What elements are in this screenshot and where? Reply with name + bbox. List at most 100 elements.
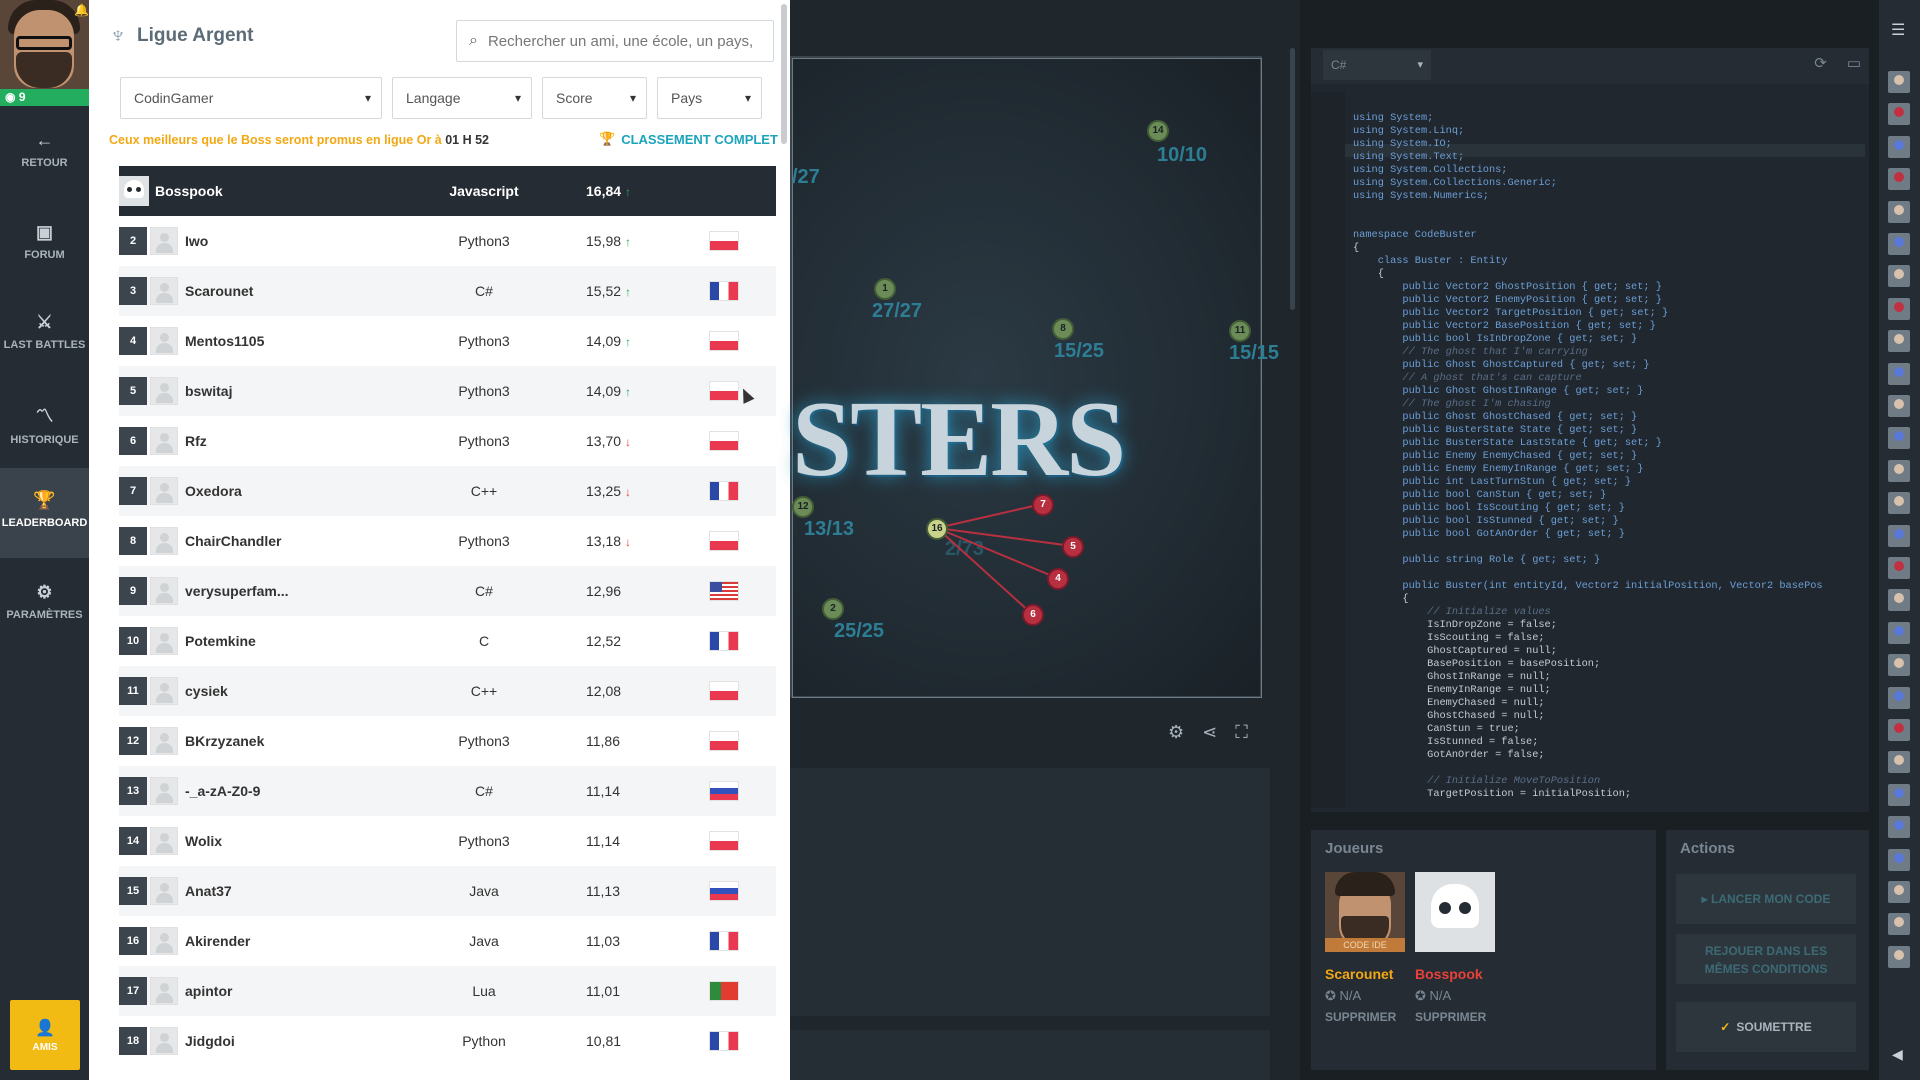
friend-avatar[interactable] (1888, 233, 1910, 255)
menu-icon[interactable]: ☰ (1891, 20, 1905, 40)
leaderboard-row[interactable]: 15 Anat37 Java 11,13 (119, 866, 776, 916)
player-name[interactable]: Rfz (185, 433, 207, 449)
friend-avatar[interactable] (1888, 719, 1910, 741)
friend-avatar[interactable] (1888, 330, 1910, 353)
chevron-left-icon[interactable]: ◀ (1892, 1046, 1903, 1063)
run-code-button[interactable]: ▸ LANCER MON CODE (1676, 874, 1856, 924)
remove-player-button[interactable]: SUPPRIMER (1415, 1010, 1495, 1024)
player-name[interactable]: Oxedora (185, 483, 242, 499)
group-filter[interactable]: CodinGamer ▾ (120, 77, 382, 119)
nav-leaderboard[interactable]: 🏆 LEADERBOARD (0, 468, 89, 558)
search-box[interactable]: ⌕ (456, 20, 774, 62)
friend-avatar[interactable] (1888, 71, 1910, 93)
player-name[interactable]: verysuperfam... (185, 583, 289, 599)
friend-avatar[interactable] (1888, 881, 1910, 903)
friend-avatar[interactable] (1888, 945, 1910, 968)
viewer-scrollbar[interactable] (1290, 48, 1295, 310)
leaderboard-row[interactable]: 11 cysiek C++ 12,08 (119, 666, 776, 716)
friend-avatar[interactable] (1888, 492, 1910, 515)
leaderboard-row[interactable]: 5 bswitaj Python3 14,09 ↑ (119, 366, 776, 416)
player-name[interactable]: cysiek (185, 683, 228, 699)
player-name[interactable]: -_a-zA-Z0-9 (185, 783, 260, 799)
replay-button[interactable]: REJOUER DANS LES MÊMES CONDITIONS (1676, 934, 1856, 984)
panel-scrollbar[interactable] (781, 4, 787, 144)
leaderboard-row[interactable]: 4 Mentos1105 Python3 14,09 ↑ (119, 316, 776, 366)
remove-player-button[interactable]: SUPPRIMER (1325, 1010, 1405, 1024)
player-name[interactable]: Scarounet (185, 283, 253, 299)
leaderboard-row[interactable]: 2 Iwo Python3 15,98 ↑ (119, 216, 776, 266)
leaderboard-row[interactable]: 6 Rfz Python3 13,70 ↓ (119, 416, 776, 466)
leaderboard-row[interactable]: 7 Oxedora C++ 13,25 ↓ (119, 466, 776, 516)
friend-avatar[interactable] (1888, 816, 1910, 839)
score-filter[interactable]: Score ▾ (542, 77, 647, 119)
player-name[interactable]: Bosspook (155, 183, 223, 199)
boss-row[interactable]: Bosspook Javascript 16,84 ↑ (119, 166, 776, 216)
friend-avatar[interactable] (1888, 686, 1910, 709)
game-viewer[interactable]: STERS 14 10/10 /27 1 27/27 8 15/25 11 15… (790, 56, 1279, 698)
language-select[interactable]: C# ▾ (1323, 50, 1431, 80)
player-name[interactable]: Akirender (185, 933, 250, 949)
leaderboard-row[interactable]: 16 Akirender Java 11,03 (119, 916, 776, 966)
nav-back[interactable]: ← RETOUR (0, 130, 89, 220)
player-name[interactable]: Jidgdoi (185, 1033, 235, 1049)
player-name[interactable]: Iwo (185, 233, 208, 249)
leaderboard-row[interactable]: 12 BKrzyzanek Python3 11,86 (119, 716, 776, 766)
leaderboard-row[interactable]: 9 verysuperfam... C# 12,96 (119, 566, 776, 616)
player-name[interactable]: apintor (185, 983, 232, 999)
full-ranking-link[interactable]: 🏆 CLASSEMENT COMPLET (599, 131, 778, 147)
friend-avatar[interactable] (1888, 168, 1910, 191)
player-name[interactable]: bswitaj (185, 383, 232, 399)
friend-avatar[interactable] (1888, 200, 1910, 223)
player-name[interactable]: Wolix (185, 833, 222, 849)
submit-button[interactable]: ✓ SOUMETTRE (1676, 1002, 1856, 1052)
friend-avatar[interactable] (1888, 459, 1910, 482)
friend-avatar[interactable] (1888, 654, 1910, 677)
leaderboard-row[interactable]: 3 Scarounet C# 15,52 ↑ (119, 266, 776, 316)
friend-avatar[interactable] (1888, 751, 1910, 774)
friend-avatar[interactable] (1888, 427, 1910, 450)
settings-icon[interactable]: ⚙ (1168, 722, 1184, 743)
user-avatar[interactable]: 🔔 (0, 0, 89, 89)
expand-icon[interactable]: ▭ (1847, 54, 1861, 72)
friend-avatar[interactable] (1888, 621, 1910, 644)
player-name[interactable]: BKrzyzanek (185, 733, 264, 749)
friend-avatar[interactable] (1888, 913, 1910, 936)
notification-bell-icon[interactable]: 🔔 (74, 3, 89, 17)
player-name[interactable]: ChairChandler (185, 533, 281, 549)
friend-avatar[interactable] (1888, 524, 1910, 547)
leaderboard-row[interactable]: 18 Jidgdoi Python 10,81 (119, 1016, 776, 1066)
friend-avatar[interactable] (1888, 135, 1910, 158)
friend-avatar[interactable] (1888, 265, 1910, 288)
reset-icon[interactable]: ⟳ (1814, 54, 1827, 72)
fullscreen-icon[interactable]: ⛶ (1235, 722, 1248, 743)
friend-avatar[interactable] (1888, 589, 1910, 612)
friend-avatar[interactable] (1888, 103, 1910, 126)
country-filter[interactable]: Pays ▾ (657, 77, 762, 119)
player-score: 13,18 ↓ (586, 533, 632, 549)
nav-last-battles[interactable]: ⚔ LAST BATTLES (0, 312, 89, 402)
country-flag-icon (709, 431, 739, 451)
friend-avatar[interactable] (1888, 848, 1910, 871)
nav-forum[interactable]: ▣ FORUM (0, 222, 89, 312)
share-icon[interactable]: ⋖ (1202, 722, 1217, 743)
leaderboard-row[interactable]: 8 ChairChandler Python3 13,18 ↓ (119, 516, 776, 566)
friend-avatar[interactable] (1888, 557, 1910, 579)
code-line: IsScouting = false; (1353, 632, 1545, 644)
leaderboard-row[interactable]: 14 Wolix Python3 11,14 (119, 816, 776, 866)
nav-settings[interactable]: ⚙ PARAMÈTRES (0, 582, 89, 672)
friend-avatar[interactable] (1888, 395, 1910, 417)
leaderboard-row[interactable]: 17 apintor Lua 11,01 (119, 966, 776, 1016)
search-input[interactable] (487, 32, 758, 50)
friend-avatar[interactable] (1888, 362, 1910, 385)
player-name[interactable]: Mentos1105 (185, 333, 264, 349)
code-content[interactable]: using System; using System.Linq; using Sys… (1353, 112, 1823, 801)
player-name[interactable]: Anat37 (185, 883, 232, 899)
friends-button[interactable]: 👤 AMIS (10, 1000, 80, 1070)
friend-avatar[interactable] (1888, 297, 1910, 320)
leaderboard-row[interactable]: 10 Potemkine C 12,52 (119, 616, 776, 666)
language-filter[interactable]: Langage ▾ (392, 77, 532, 119)
player-name[interactable]: Potemkine (185, 633, 256, 649)
leaderboard-row[interactable]: 13 -_a-zA-Z0-9 C# 11,14 (119, 766, 776, 816)
friend-avatar[interactable] (1888, 783, 1910, 806)
code-line: public Ghost GhostInRange { get; set; } (1353, 385, 1644, 397)
